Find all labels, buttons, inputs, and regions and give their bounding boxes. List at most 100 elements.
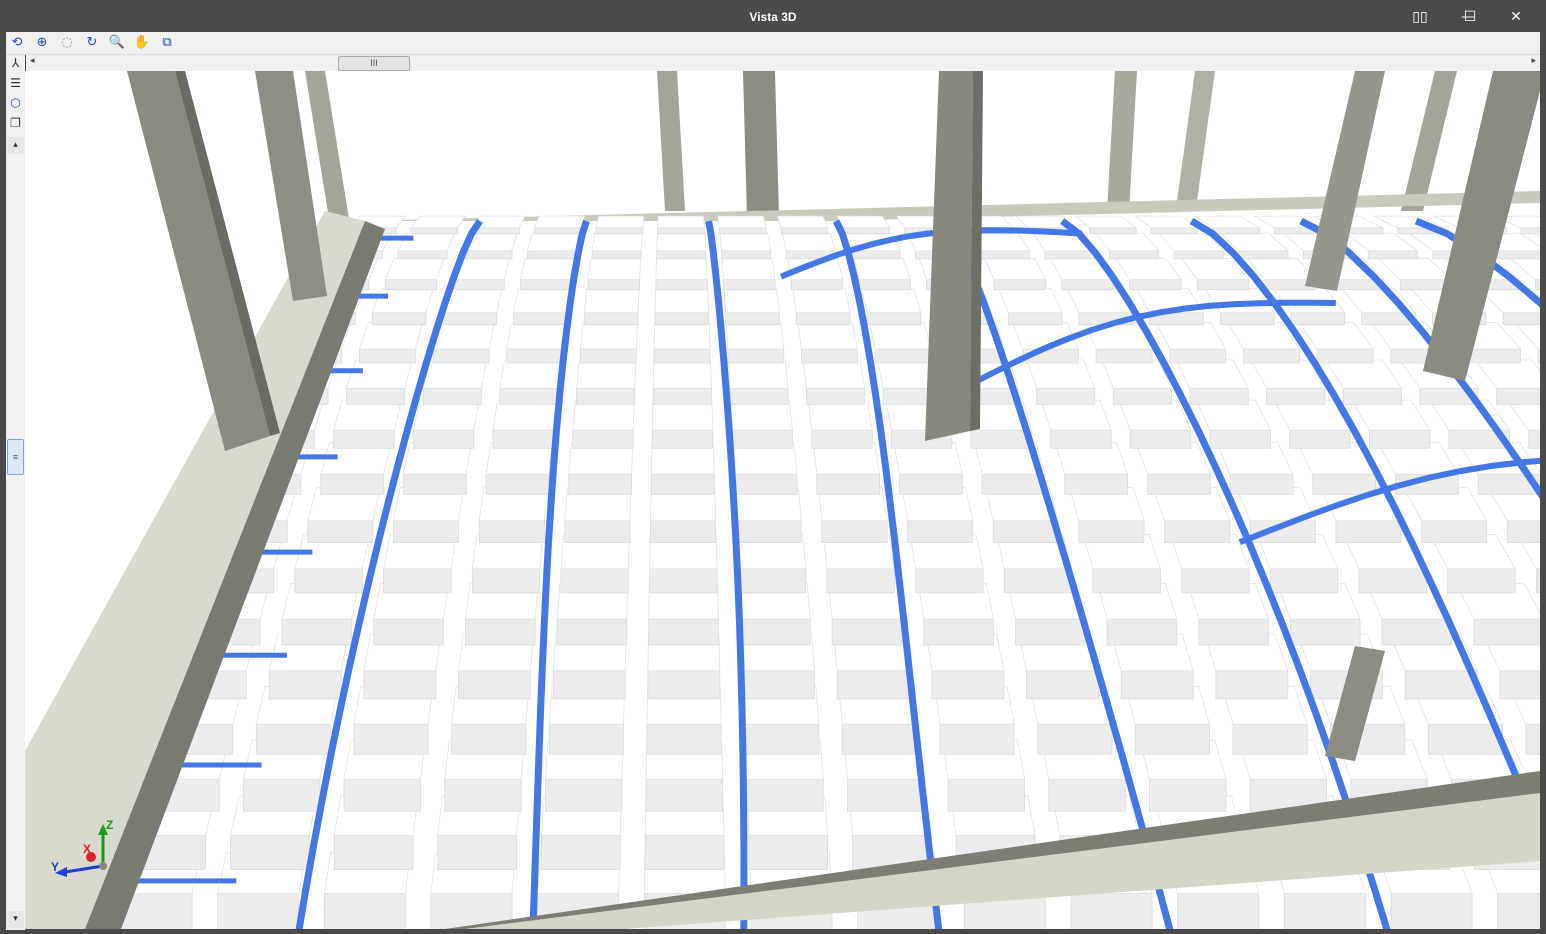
close-button[interactable]: ✕ xyxy=(1494,4,1538,30)
3d-viewport[interactable]: Z X Y xyxy=(25,71,1540,929)
zoom-previous-icon[interactable]: ◌ xyxy=(58,34,76,52)
block-front xyxy=(464,618,536,646)
block-top xyxy=(727,359,789,389)
block-front xyxy=(1036,387,1096,405)
block-front xyxy=(816,473,880,495)
block-front xyxy=(358,348,416,364)
block-front xyxy=(1212,227,1260,235)
block-front xyxy=(1177,893,1260,929)
block-front xyxy=(721,250,771,260)
block-top xyxy=(595,215,645,229)
block-front xyxy=(718,227,767,235)
block-front xyxy=(742,670,815,700)
scroll-up-arrow[interactable]: ▴ xyxy=(7,137,24,154)
block-front xyxy=(654,312,710,326)
block-front xyxy=(1464,348,1521,364)
horizontal-scroll-thumb[interactable]: III xyxy=(338,56,410,71)
block-front xyxy=(242,778,321,812)
block-front xyxy=(373,618,444,646)
block-front xyxy=(478,520,545,544)
block-front xyxy=(520,279,573,291)
block-front xyxy=(1537,348,1540,364)
block-top xyxy=(371,288,434,314)
block-front xyxy=(907,520,974,544)
block-top xyxy=(776,215,829,229)
block-front xyxy=(1290,618,1361,646)
layers-icon[interactable]: ☰ xyxy=(7,75,24,92)
rotate-view-icon[interactable]: ⟲ xyxy=(8,34,26,52)
vertical-scroll-thumb[interactable]: ≡ xyxy=(7,439,24,475)
block-front xyxy=(422,387,482,405)
block-front xyxy=(442,312,498,326)
scroll-left-arrow[interactable]: ◂ xyxy=(30,56,35,66)
block-front xyxy=(1497,893,1540,929)
block-front xyxy=(1232,723,1308,755)
block-front xyxy=(1209,429,1271,449)
block-front xyxy=(1120,670,1194,700)
block-front xyxy=(595,227,644,235)
block-front xyxy=(1164,520,1231,544)
block-front xyxy=(740,618,811,646)
scroll-right-arrow[interactable]: ▸ xyxy=(1531,56,1536,66)
block-front xyxy=(1048,778,1126,812)
block-front xyxy=(649,568,718,594)
block-front xyxy=(1312,473,1376,495)
block-top xyxy=(410,215,466,229)
fit-window-icon[interactable]: ⧉ xyxy=(158,34,176,52)
redraw-icon[interactable]: ↻ xyxy=(83,34,101,52)
block-front xyxy=(1421,520,1488,544)
block-top xyxy=(652,359,712,389)
axis-x-label: X xyxy=(83,842,91,856)
block-front xyxy=(1196,279,1250,291)
block-front xyxy=(651,429,714,449)
block-top xyxy=(721,257,776,281)
block-top xyxy=(719,232,772,252)
block-front xyxy=(1129,429,1192,449)
block-front xyxy=(346,387,406,405)
block-front xyxy=(645,778,723,812)
block-front xyxy=(217,893,300,929)
block-front xyxy=(923,618,994,646)
block-top xyxy=(1026,359,1096,389)
block-front xyxy=(647,670,721,700)
block-front xyxy=(462,250,513,260)
snap-layout-icon[interactable]: ▯▯ xyxy=(1398,4,1442,30)
cube-icon[interactable]: ⬡ xyxy=(7,95,24,112)
block-front xyxy=(1520,227,1540,235)
block-front xyxy=(850,250,901,260)
block-front xyxy=(1215,670,1289,700)
block-front xyxy=(1169,348,1227,364)
maximize-button[interactable]: ☐ xyxy=(1448,4,1492,30)
title-bar[interactable]: Vista 3D ▯▯ — ☐ ✕ xyxy=(0,0,1546,34)
block-top xyxy=(654,288,710,314)
box-view-icon[interactable]: ❐ xyxy=(7,115,24,132)
block-front xyxy=(545,778,623,812)
block-top xyxy=(432,322,495,350)
block-front xyxy=(533,227,582,235)
horizontal-scrollbar[interactable]: ◂ III ▸ xyxy=(26,55,1540,71)
block-front xyxy=(821,520,888,544)
3d-scene[interactable]: Z X Y xyxy=(25,71,1540,929)
block-front xyxy=(1496,387,1540,405)
block-front xyxy=(1367,250,1418,260)
block-top xyxy=(653,322,711,350)
block-front xyxy=(353,723,429,755)
axis-icon[interactable]: ⅄ xyxy=(7,55,24,72)
block-top xyxy=(583,288,640,314)
block-front xyxy=(323,893,406,929)
scroll-down-arrow[interactable]: ▾ xyxy=(7,911,24,928)
block-front xyxy=(1390,893,1473,929)
zoom-window-icon[interactable]: 🔍 xyxy=(108,34,126,52)
axis-z-label: Z xyxy=(106,818,113,832)
zoom-extents-icon[interactable]: ⊕ xyxy=(33,34,51,52)
block-front xyxy=(992,520,1059,544)
pan-hand-icon[interactable]: ✋ xyxy=(133,34,151,52)
block-front xyxy=(333,835,414,870)
block-top xyxy=(520,257,576,281)
block-front xyxy=(650,520,716,544)
block-front xyxy=(432,348,490,364)
block-front xyxy=(307,520,374,544)
block-top xyxy=(422,359,488,389)
block-front xyxy=(294,568,363,594)
block-front xyxy=(1266,387,1326,405)
